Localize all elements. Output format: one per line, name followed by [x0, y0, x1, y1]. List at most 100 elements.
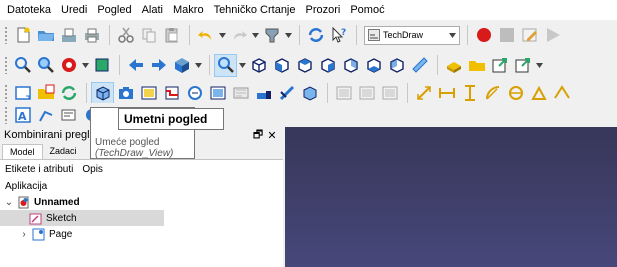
bounding-box-icon[interactable] — [91, 55, 112, 76]
refresh-icon[interactable] — [305, 25, 326, 46]
annotation-icon[interactable]: A — [12, 105, 33, 126]
tooltip-description-text: Umeće pogled — [95, 137, 160, 148]
chevron-down-icon[interactable] — [535, 55, 543, 76]
column-description[interactable]: Opis — [82, 164, 103, 175]
new-page-default-icon[interactable] — [12, 83, 33, 104]
rich-annotation-icon[interactable] — [58, 105, 79, 126]
print-icon[interactable] — [81, 25, 102, 46]
toolbar-separator — [109, 25, 110, 45]
menu-prozori[interactable]: Prozori — [301, 0, 346, 20]
toolbar-grip[interactable] — [4, 56, 8, 74]
redraw-page-icon[interactable] — [58, 83, 79, 104]
menu-tehnicko-crtanje[interactable]: Tehničko Crtanje — [209, 0, 301, 20]
chevron-down-icon[interactable]: ⌄ — [4, 197, 14, 208]
angle-dimension-icon[interactable] — [528, 83, 549, 104]
left-view-icon[interactable] — [386, 55, 407, 76]
stop-macro-icon[interactable] — [496, 25, 517, 46]
record-macro-icon[interactable] — [473, 25, 494, 46]
link-actions-icon[interactable] — [512, 55, 533, 76]
toolbar-grip[interactable] — [4, 106, 8, 124]
paste-icon[interactable] — [161, 25, 182, 46]
complex-section-icon[interactable] — [161, 83, 182, 104]
tree-document-row[interactable]: ⌄ Unnamed — [0, 194, 283, 210]
chevron-down-icon[interactable] — [238, 55, 246, 76]
menu-pogled[interactable]: Pogled — [92, 0, 136, 20]
whats-this-icon[interactable]: ? — [328, 25, 349, 46]
back-icon[interactable] — [125, 55, 146, 76]
toolbar-grip[interactable] — [4, 26, 8, 44]
leader-line-icon[interactable] — [35, 105, 56, 126]
isometric-view-icon[interactable] — [248, 55, 269, 76]
workbench-selector-label: TechDraw — [383, 30, 424, 40]
edit-macro-icon[interactable] — [519, 25, 540, 46]
save-icon[interactable] — [58, 25, 79, 46]
new-document-icon[interactable] — [12, 25, 33, 46]
open-folder-icon[interactable] — [35, 25, 56, 46]
detail-view-icon[interactable] — [184, 83, 205, 104]
column-labels[interactable]: Etikete i atributi — [5, 164, 73, 175]
vertical-dimension-icon[interactable] — [459, 83, 480, 104]
insert-view-icon[interactable] — [91, 81, 114, 105]
horizontal-dimension-icon[interactable] — [436, 83, 457, 104]
rear-view-icon[interactable] — [340, 55, 361, 76]
part-icon[interactable] — [443, 55, 464, 76]
folder-icon[interactable] — [466, 55, 487, 76]
draft-view-icon[interactable] — [276, 83, 297, 104]
fit-all-icon[interactable] — [12, 55, 33, 76]
copy-icon[interactable] — [138, 25, 159, 46]
chevron-down-icon[interactable] — [284, 25, 292, 46]
annotation-table-icon[interactable] — [379, 83, 400, 104]
menu-alati[interactable]: Alati — [137, 0, 168, 20]
3d-view-canvas[interactable] — [285, 127, 617, 267]
menu-makro[interactable]: Makro — [168, 0, 209, 20]
tree-item-sketch[interactable]: Sketch — [0, 210, 164, 226]
measure-icon[interactable] — [409, 55, 430, 76]
menu-uredi[interactable]: Uredi — [56, 0, 92, 20]
chevron-down-icon[interactable] — [194, 55, 202, 76]
toolbar-grip[interactable] — [4, 84, 8, 102]
tree-item-page[interactable]: › Page — [0, 226, 283, 242]
chevron-down-icon[interactable] — [218, 25, 226, 46]
run-macro-icon[interactable] — [542, 25, 563, 46]
workbench-icon[interactable] — [261, 25, 282, 46]
image-icon[interactable] — [333, 83, 354, 104]
active-view-icon[interactable] — [115, 83, 136, 104]
sketch-icon — [29, 213, 42, 224]
projection-group-icon[interactable] — [207, 83, 228, 104]
forward-icon[interactable] — [148, 55, 169, 76]
spreadsheet-view-icon[interactable] — [299, 83, 320, 104]
undo-icon[interactable] — [195, 25, 216, 46]
draw-style-icon[interactable] — [58, 55, 79, 76]
redo-icon[interactable] — [228, 25, 249, 46]
link-icon[interactable] — [489, 55, 510, 76]
float-panel-icon[interactable]: 🗗 — [251, 126, 265, 145]
cut-icon[interactable] — [115, 25, 136, 46]
menu-pomoc[interactable]: Pomoć — [345, 0, 389, 20]
top-view-icon[interactable] — [294, 55, 315, 76]
toolbar-separator — [437, 55, 438, 75]
length-dimension-icon[interactable] — [413, 83, 434, 104]
chevron-down-icon[interactable] — [81, 55, 89, 76]
clip-group-icon[interactable] — [230, 83, 251, 104]
arch-view-icon[interactable] — [253, 83, 274, 104]
chevron-down-icon[interactable] — [251, 25, 259, 46]
bottom-view-icon[interactable] — [363, 55, 384, 76]
fit-selection-icon[interactable] — [35, 55, 56, 76]
section-view-icon[interactable] — [138, 83, 159, 104]
zoom-icon[interactable] — [214, 53, 237, 77]
workbench-selector[interactable]: TechDraw — [364, 25, 460, 45]
symbol-icon[interactable] — [356, 83, 377, 104]
diameter-dimension-icon[interactable] — [505, 83, 526, 104]
three-point-angle-icon[interactable] — [551, 83, 572, 104]
menu-datoteka[interactable]: Datoteka — [2, 0, 56, 20]
tab-model[interactable]: Model — [2, 144, 43, 159]
chevron-right-icon[interactable]: › — [19, 229, 29, 240]
tab-zadaci[interactable]: Zadaci — [43, 144, 84, 159]
radius-dimension-icon[interactable] — [482, 83, 503, 104]
navigation-icon[interactable] — [171, 55, 192, 76]
new-page-template-icon[interactable] — [35, 83, 56, 104]
right-view-icon[interactable] — [317, 55, 338, 76]
toolbar-separator — [407, 83, 408, 103]
front-view-icon[interactable] — [271, 55, 292, 76]
close-icon[interactable]: ✕ — [265, 129, 279, 142]
